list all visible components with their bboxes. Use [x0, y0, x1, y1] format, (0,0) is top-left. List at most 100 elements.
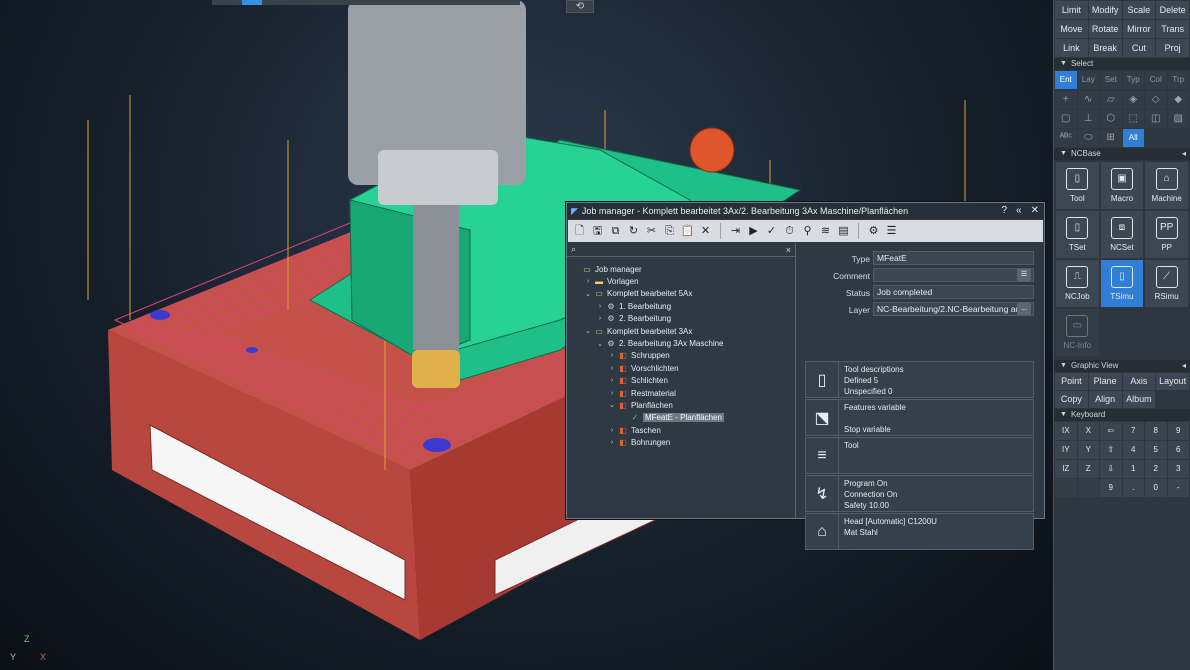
hatch-filter-icon[interactable]: ▨ — [1167, 110, 1189, 128]
ncbase-pp-button[interactable]: PP PP — [1145, 211, 1188, 258]
keypad-key[interactable]: IY — [1055, 441, 1077, 459]
keypad-key[interactable]: 9 — [1167, 422, 1189, 440]
summary-card[interactable]: ⬔ Features variable Stop variable — [805, 399, 1034, 436]
keypad-key[interactable]: X — [1077, 422, 1099, 440]
expand-toggle-icon[interactable]: › — [607, 427, 617, 434]
select-tab-lay[interactable]: Lay — [1077, 71, 1099, 89]
tree-node[interactable]: ⌄ ◧ Planflächen — [567, 399, 795, 411]
prop-layer-value[interactable]: NC-Bearbeitung/2.NC-Bearbeitung auf — [873, 302, 1034, 316]
tree-node[interactable]: › ◧ Schruppen — [567, 350, 795, 362]
tree-node[interactable]: › ◧ Taschen — [567, 424, 795, 436]
keypad-key[interactable]: 0 — [1145, 479, 1167, 497]
pin-icon[interactable]: ◂ — [1182, 148, 1186, 160]
surface-filter-icon[interactable]: ▱ — [1100, 91, 1122, 109]
ncbase-rsimu-button[interactable]: ⟋ RSimu — [1145, 260, 1188, 307]
summary-card[interactable]: ▯ Tool descriptions Defined 5 Unspecified 0 — [805, 361, 1034, 398]
select-tab-col[interactable]: Col — [1145, 71, 1167, 89]
keypad-key[interactable]: ⇩ — [1100, 460, 1122, 478]
view-axis-button[interactable]: Axis — [1122, 373, 1156, 390]
expand-toggle-icon[interactable]: › — [607, 390, 617, 397]
break-button[interactable]: Break — [1088, 39, 1122, 57]
expand-toggle-icon[interactable]: › — [595, 303, 605, 310]
cut-button[interactable]: Cut — [1122, 39, 1156, 57]
tree-search-bar[interactable]: ⌕ × — [567, 243, 795, 257]
ncbase-tool-button[interactable]: ▯ Tool — [1056, 162, 1099, 209]
tree-node[interactable]: › ⚙ 1. Bearbeitung — [567, 300, 795, 312]
settings-icon[interactable]: ⚙ — [866, 223, 881, 239]
rotate-button[interactable]: Rotate — [1088, 20, 1122, 38]
tool-icon[interactable]: ⚲ — [800, 223, 815, 239]
select-all-button[interactable]: All — [1122, 129, 1144, 147]
plane-filter-icon[interactable]: ▢ — [1055, 110, 1077, 128]
dimension-filter-icon[interactable]: ⬡ — [1100, 110, 1122, 128]
ncbase-tset-button[interactable]: ▯ TSet — [1056, 211, 1099, 258]
tree-node[interactable]: › ◧ Restmaterial — [567, 387, 795, 399]
ncbase-ncjob-button[interactable]: ⎍ NCJob — [1056, 260, 1099, 307]
expand-toggle-icon[interactable]: › — [607, 365, 617, 372]
text-filter-icon[interactable]: ᴬᴮᶜ — [1055, 129, 1077, 147]
tree-node[interactable]: › ◧ Schlichten — [567, 375, 795, 387]
view-toolbar[interactable] — [212, 0, 520, 5]
keypad-key[interactable]: Y — [1077, 441, 1099, 459]
layer-more-button[interactable]: ... — [1017, 303, 1031, 315]
mesh-filter-icon[interactable]: ◆ — [1167, 91, 1189, 109]
tree-node[interactable]: › ◧ Bohrungen — [567, 436, 795, 448]
limit-button[interactable]: Limit — [1055, 1, 1088, 19]
job-manager-window[interactable]: ◤ Job manager - Komplett bearbeitet 3Ax/… — [566, 202, 1045, 550]
check-icon[interactable]: ✓ — [764, 223, 779, 239]
search-icon[interactable]: ⌕ — [571, 244, 576, 255]
keypad-key[interactable]: ⇦ — [1100, 422, 1122, 440]
summary-card[interactable]: ↯ Program On Connection On Safety 10.00 — [805, 475, 1034, 512]
point-filter-icon[interactable]: + — [1055, 91, 1077, 109]
tree-node[interactable]: ⌄ ▭ Komplett bearbeitet 3Ax — [567, 325, 795, 337]
summary-card[interactable]: ⌂ Head [Automatic] C1200U Mat Stahl — [805, 513, 1034, 550]
save-icon[interactable]: 🖫 — [590, 223, 605, 239]
keypad-key[interactable]: 5 — [1145, 441, 1167, 459]
paste-icon[interactable]: 📋 — [680, 223, 695, 239]
modify-button[interactable]: Modify — [1088, 1, 1122, 19]
assembly-filter-icon[interactable]: ⊞ — [1100, 129, 1122, 147]
expand-toggle-icon[interactable]: › — [595, 315, 605, 322]
view-toolbar-active[interactable] — [242, 0, 262, 5]
group-filter-icon[interactable]: ⬭ — [1077, 129, 1099, 147]
expand-toggle-icon[interactable]: ⌄ — [607, 401, 617, 409]
face-filter-icon[interactable]: ⬚ — [1122, 110, 1144, 128]
keyboard-header[interactable]: ▼ Keyboard — [1054, 409, 1190, 421]
select-header[interactable]: ▼ Select — [1054, 58, 1190, 70]
expand-toggle-icon[interactable]: › — [607, 439, 617, 446]
keypad-key[interactable]: 6 — [1167, 441, 1189, 459]
graphic-view-header[interactable]: ▼ Graphic View ◂ — [1054, 360, 1190, 372]
view-layout-button[interactable]: Layout — [1156, 373, 1189, 390]
select-tab-trp[interactable]: Trp — [1167, 71, 1189, 89]
tree-node[interactable]: › ▬ Vorlagen — [567, 275, 795, 287]
link-button[interactable]: Link — [1055, 39, 1088, 57]
close-button[interactable]: ✕ — [1031, 203, 1039, 219]
list-icon[interactable]: ☰ — [884, 223, 899, 239]
collapse-button[interactable]: « — [1016, 203, 1022, 219]
select-tab-ent[interactable]: Ent — [1055, 71, 1077, 89]
tree-node[interactable]: › ◧ Vorschlichten — [567, 362, 795, 374]
tree-node[interactable]: ▭ Job manager — [567, 263, 795, 275]
copy-icon[interactable]: ⎘ — [662, 223, 677, 239]
mirror-button[interactable]: Mirror — [1122, 20, 1156, 38]
keypad-key[interactable]: 9 — [1100, 479, 1122, 497]
keypad-key[interactable]: 2 — [1145, 460, 1167, 478]
nc-code-icon[interactable]: ▤ — [836, 223, 851, 239]
expand-toggle-icon[interactable]: ⌄ — [583, 290, 593, 298]
tree-node[interactable]: › ⚙ 2. Bearbeitung — [567, 313, 795, 325]
tree-node[interactable]: ⌄ ⚙ 2. Bearbeitung 3Ax Maschine — [567, 337, 795, 349]
ncbase-tsimu-button[interactable]: ▯ TSimu — [1100, 260, 1144, 307]
expand-toggle-icon[interactable]: › — [583, 278, 593, 285]
view-point-button[interactable]: Point — [1055, 373, 1088, 390]
keypad-key[interactable]: IX — [1055, 422, 1077, 440]
undo-icon[interactable]: ⟲ — [566, 0, 594, 13]
edge-filter-icon[interactable]: ◫ — [1145, 110, 1167, 128]
view-plane-button[interactable]: Plane — [1088, 373, 1122, 390]
job-manager-titlebar[interactable]: ◤ Job manager - Komplett bearbeitet 3Ax/… — [567, 203, 1044, 219]
view-copy-button[interactable]: Copy — [1055, 391, 1088, 408]
timer-icon[interactable]: ⏱ — [782, 223, 797, 239]
keypad-key[interactable]: 1 — [1122, 460, 1144, 478]
axis-filter-icon[interactable]: ⊥ — [1077, 110, 1099, 128]
ncbase-macro-button[interactable]: ▣ Macro — [1100, 162, 1144, 209]
shell-filter-icon[interactable]: ◇ — [1145, 91, 1167, 109]
